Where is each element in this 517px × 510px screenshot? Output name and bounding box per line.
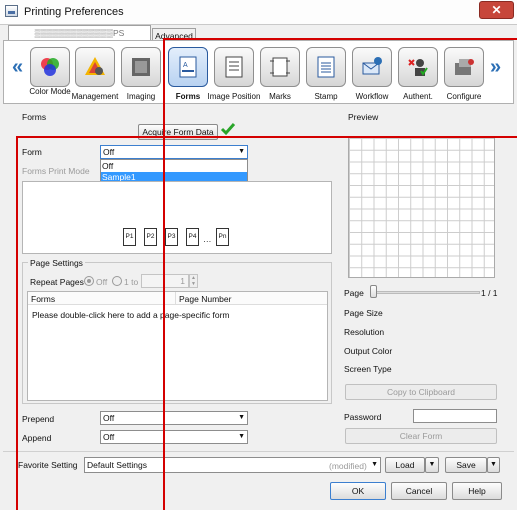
forms-print-mode-label: Forms Print Mode — [22, 166, 90, 176]
column-divider — [175, 292, 176, 305]
page-thumb: Pn — [216, 228, 229, 246]
chevron-down-icon: ▼ — [238, 414, 245, 421]
configure-icon — [455, 59, 474, 75]
divider — [3, 451, 514, 452]
prepend-value: Off — [103, 413, 115, 423]
toolbar-button-configure[interactable] — [444, 47, 484, 87]
color-mode-icon — [41, 58, 59, 76]
favorite-modified-status: (modified) — [329, 461, 367, 471]
prepend-label: Prepend — [22, 414, 55, 424]
chevron-down-icon: ▼ — [238, 148, 245, 155]
toolbar-button-workflow[interactable] — [352, 47, 392, 87]
page-ellipsis: … — [203, 234, 212, 244]
page-thumb: P1 — [123, 228, 136, 246]
form-option-off[interactable]: Off — [102, 161, 113, 171]
toolbar-button-authentication[interactable] — [398, 47, 438, 87]
toolbar-button-forms[interactable]: A — [168, 47, 208, 87]
radio-dot — [87, 279, 91, 283]
column-header-forms: Forms — [31, 294, 56, 304]
password-input[interactable] — [413, 409, 497, 423]
table-header — [28, 292, 327, 305]
page-label: Page — [344, 288, 364, 298]
page-slider-thumb[interactable] — [370, 285, 377, 298]
favorite-setting-select[interactable]: Default Settings (modified) ▼ — [84, 457, 381, 473]
append-select[interactable]: Off ▼ — [100, 430, 248, 444]
annotation-line-vertical — [163, 38, 165, 510]
cancel-button[interactable]: Cancel — [391, 482, 447, 500]
repeat-range-input[interactable]: 1 — [141, 274, 189, 288]
favorite-setting-value: Default Settings — [87, 460, 148, 470]
marks-icon — [270, 57, 290, 77]
image-position-icon — [225, 56, 243, 78]
form-select[interactable]: Off ▼ — [100, 145, 248, 159]
forms-page-table — [27, 291, 328, 401]
help-button[interactable]: Help — [452, 482, 502, 500]
table-row[interactable]: Please double-click here to add a page-s… — [32, 310, 230, 320]
management-icon — [85, 57, 105, 75]
authentication-icon — [408, 59, 428, 76]
annotation-line-horizontal — [16, 136, 517, 138]
page-size-label: Page Size — [344, 308, 383, 318]
prepend-select[interactable]: Off ▼ — [100, 411, 248, 425]
clear-form-button[interactable]: Clear Form — [345, 428, 497, 444]
page-settings-title: Page Settings — [28, 258, 85, 268]
toolbar-button-management[interactable] — [75, 47, 115, 87]
toolbar-button-stamp[interactable] — [306, 47, 346, 87]
screen-type-label: Screen Type — [344, 364, 392, 374]
window-title: Printing Preferences — [24, 6, 124, 18]
chevron-down-icon: ▼ — [371, 461, 378, 468]
preview-title: Preview — [348, 112, 379, 122]
load-dropdown-icon[interactable]: ▼ — [425, 457, 439, 473]
toolbar-button-imaging[interactable] — [121, 47, 161, 87]
toolbar-button-color-mode[interactable] — [30, 47, 70, 87]
toolbar-button-image-position[interactable] — [214, 47, 254, 87]
page-thumb: P3 — [165, 228, 178, 246]
append-value: Off — [103, 432, 115, 442]
annotation-line-horizontal — [163, 38, 517, 40]
page-count: 1 / 1 — [481, 288, 498, 298]
save-dropdown-icon[interactable]: ▼ — [487, 457, 500, 473]
password-label: Password — [344, 412, 382, 422]
forms-icon: A — [179, 56, 197, 78]
page-thumb: P2 — [144, 228, 157, 246]
svg-text:A: A — [183, 62, 188, 69]
page-slider-track — [372, 291, 480, 294]
column-header-page-number: Page Number — [179, 294, 232, 304]
printer-app-icon — [5, 5, 18, 17]
check-icon — [220, 123, 236, 136]
imaging-icon — [132, 58, 150, 76]
toolbar-label-configure: Configure — [446, 92, 482, 101]
forms-group-title: Forms — [22, 112, 47, 122]
copy-to-clipboard-button[interactable]: Copy to Clipboard — [345, 384, 497, 400]
workflow-icon — [362, 57, 382, 75]
resolution-label: Resolution — [344, 327, 385, 337]
scroll-left-icon[interactable]: « — [12, 56, 23, 79]
page-thumb: P4 — [186, 228, 199, 246]
append-label: Append — [22, 433, 52, 443]
range-spinner-icon[interactable]: ▲ ▼ — [189, 274, 198, 288]
repeat-pages-label: Repeat Pages — [30, 277, 84, 287]
tab-printer-label: ▒▒▒▒▒▒▒▒▒▒▒▒▒PS — [34, 28, 125, 38]
repeat-range-radio[interactable] — [112, 276, 122, 286]
favorite-setting-label: Favorite Setting — [18, 460, 78, 470]
close-button[interactable]: ✕ — [479, 1, 514, 19]
stamp-icon — [317, 56, 335, 78]
repeat-off-label: Off — [96, 277, 108, 287]
preview-grid — [348, 137, 495, 278]
annotation-line-vertical — [16, 136, 18, 510]
repeat-range-label: 1 to — [124, 277, 139, 287]
form-select-value: Off — [103, 147, 115, 157]
save-button[interactable]: Save — [445, 457, 487, 473]
chevron-down-icon: ▼ — [238, 433, 245, 440]
load-button[interactable]: Load — [385, 457, 425, 473]
scroll-right-icon[interactable]: » — [490, 56, 501, 79]
ok-button[interactable]: OK — [330, 482, 386, 500]
output-color-label: Output Color — [344, 346, 393, 356]
form-label: Form — [22, 147, 42, 157]
toolbar-button-marks[interactable] — [260, 47, 300, 87]
